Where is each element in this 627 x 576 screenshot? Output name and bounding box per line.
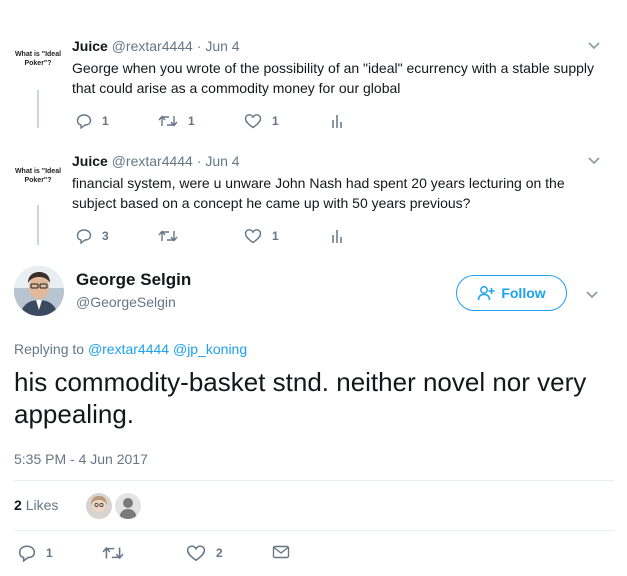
replying-to: Replying to @rextar4444 @jp_koning <box>14 341 247 357</box>
separator-dot: · <box>196 153 202 169</box>
reply-icon <box>76 114 92 129</box>
likes-label: Likes <box>25 497 59 513</box>
analytics-icon <box>332 230 342 243</box>
heart-icon <box>244 229 262 244</box>
avatar[interactable]: What is "Ideal Poker"? <box>8 167 68 185</box>
main-tweet-text: his commodity-basket stnd. neither novel… <box>14 367 587 429</box>
tweet-date[interactable]: Jun 4 <box>205 38 239 54</box>
direct-message-icon <box>272 545 290 559</box>
thread-connector <box>37 205 39 245</box>
separator-dot: · <box>196 38 202 54</box>
tweet-header: Juice @rextar4444 · Jun 4 <box>72 152 240 170</box>
like-count: 1 <box>272 114 279 128</box>
like-button[interactable]: 2 <box>186 544 223 562</box>
retweet-icon <box>102 546 124 560</box>
reply-button[interactable]: 1 <box>18 544 53 562</box>
retweet-button[interactable] <box>158 228 188 244</box>
analytics-icon <box>332 115 342 128</box>
heart-icon <box>186 545 206 562</box>
divider <box>14 480 614 481</box>
analytics-button[interactable] <box>330 113 344 129</box>
replying-to-label: Replying to <box>14 341 85 357</box>
mention-link[interactable]: @rextar4444 <box>88 341 169 357</box>
heart-icon <box>244 114 262 129</box>
likes-count: 2 <box>14 497 22 513</box>
tweet-timestamp[interactable]: 5:35 PM - 4 Jun 2017 <box>14 451 148 467</box>
divider <box>14 530 614 531</box>
liker-avatar[interactable] <box>86 493 112 519</box>
mention-link[interactable]: @jp_koning <box>173 341 247 357</box>
tweet-header: Juice @rextar4444 · Jun 4 <box>72 37 240 55</box>
author-handle[interactable]: @rextar4444 <box>112 38 193 54</box>
chevron-down-icon[interactable] <box>587 153 601 167</box>
author-name[interactable]: George Selgin <box>76 270 191 290</box>
reply-icon <box>76 229 92 244</box>
like-button[interactable]: 1 <box>244 228 279 244</box>
chevron-down-icon[interactable] <box>587 38 601 52</box>
reply-button[interactable]: 3 <box>76 228 109 244</box>
analytics-button[interactable] <box>330 228 344 244</box>
likes-summary[interactable]: 2 Likes <box>14 497 58 513</box>
like-count: 1 <box>272 229 279 243</box>
direct-message-button[interactable] <box>272 544 290 560</box>
reply-button[interactable]: 1 <box>76 113 109 129</box>
liker-avatar[interactable] <box>115 493 141 519</box>
author-handle[interactable]: @GeorgeSelgin <box>76 294 176 310</box>
tweet-text: financial system, were u unware John Nas… <box>72 175 565 211</box>
author-handle[interactable]: @rextar4444 <box>112 153 193 169</box>
like-button[interactable]: 1 <box>244 113 279 129</box>
follow-user-icon <box>478 286 495 301</box>
tweet-date[interactable]: Jun 4 <box>205 153 239 169</box>
reply-count: 1 <box>102 114 109 128</box>
liker-photo <box>115 493 141 519</box>
reply-count: 1 <box>46 546 53 560</box>
author-name[interactable]: Juice <box>72 38 108 54</box>
retweet-icon <box>158 115 178 127</box>
retweet-count: 1 <box>188 114 195 128</box>
avatar[interactable] <box>14 266 64 316</box>
chevron-down-icon[interactable] <box>585 287 599 301</box>
follow-button[interactable]: Follow <box>456 275 567 311</box>
reply-icon <box>18 545 36 562</box>
retweet-icon <box>158 230 178 242</box>
thread-connector <box>37 90 39 128</box>
author-name[interactable]: Juice <box>72 153 108 169</box>
avatar[interactable]: What is "Ideal Poker"? <box>8 50 68 68</box>
tweet-text: George when you wrote of the possibility… <box>72 60 594 96</box>
like-count: 2 <box>216 546 223 560</box>
retweet-button[interactable]: 1 <box>158 113 195 129</box>
profile-photo <box>14 266 64 316</box>
retweet-button[interactable] <box>102 544 134 562</box>
reply-count: 3 <box>102 229 109 243</box>
liker-photo <box>86 493 112 519</box>
follow-label: Follow <box>501 285 546 301</box>
